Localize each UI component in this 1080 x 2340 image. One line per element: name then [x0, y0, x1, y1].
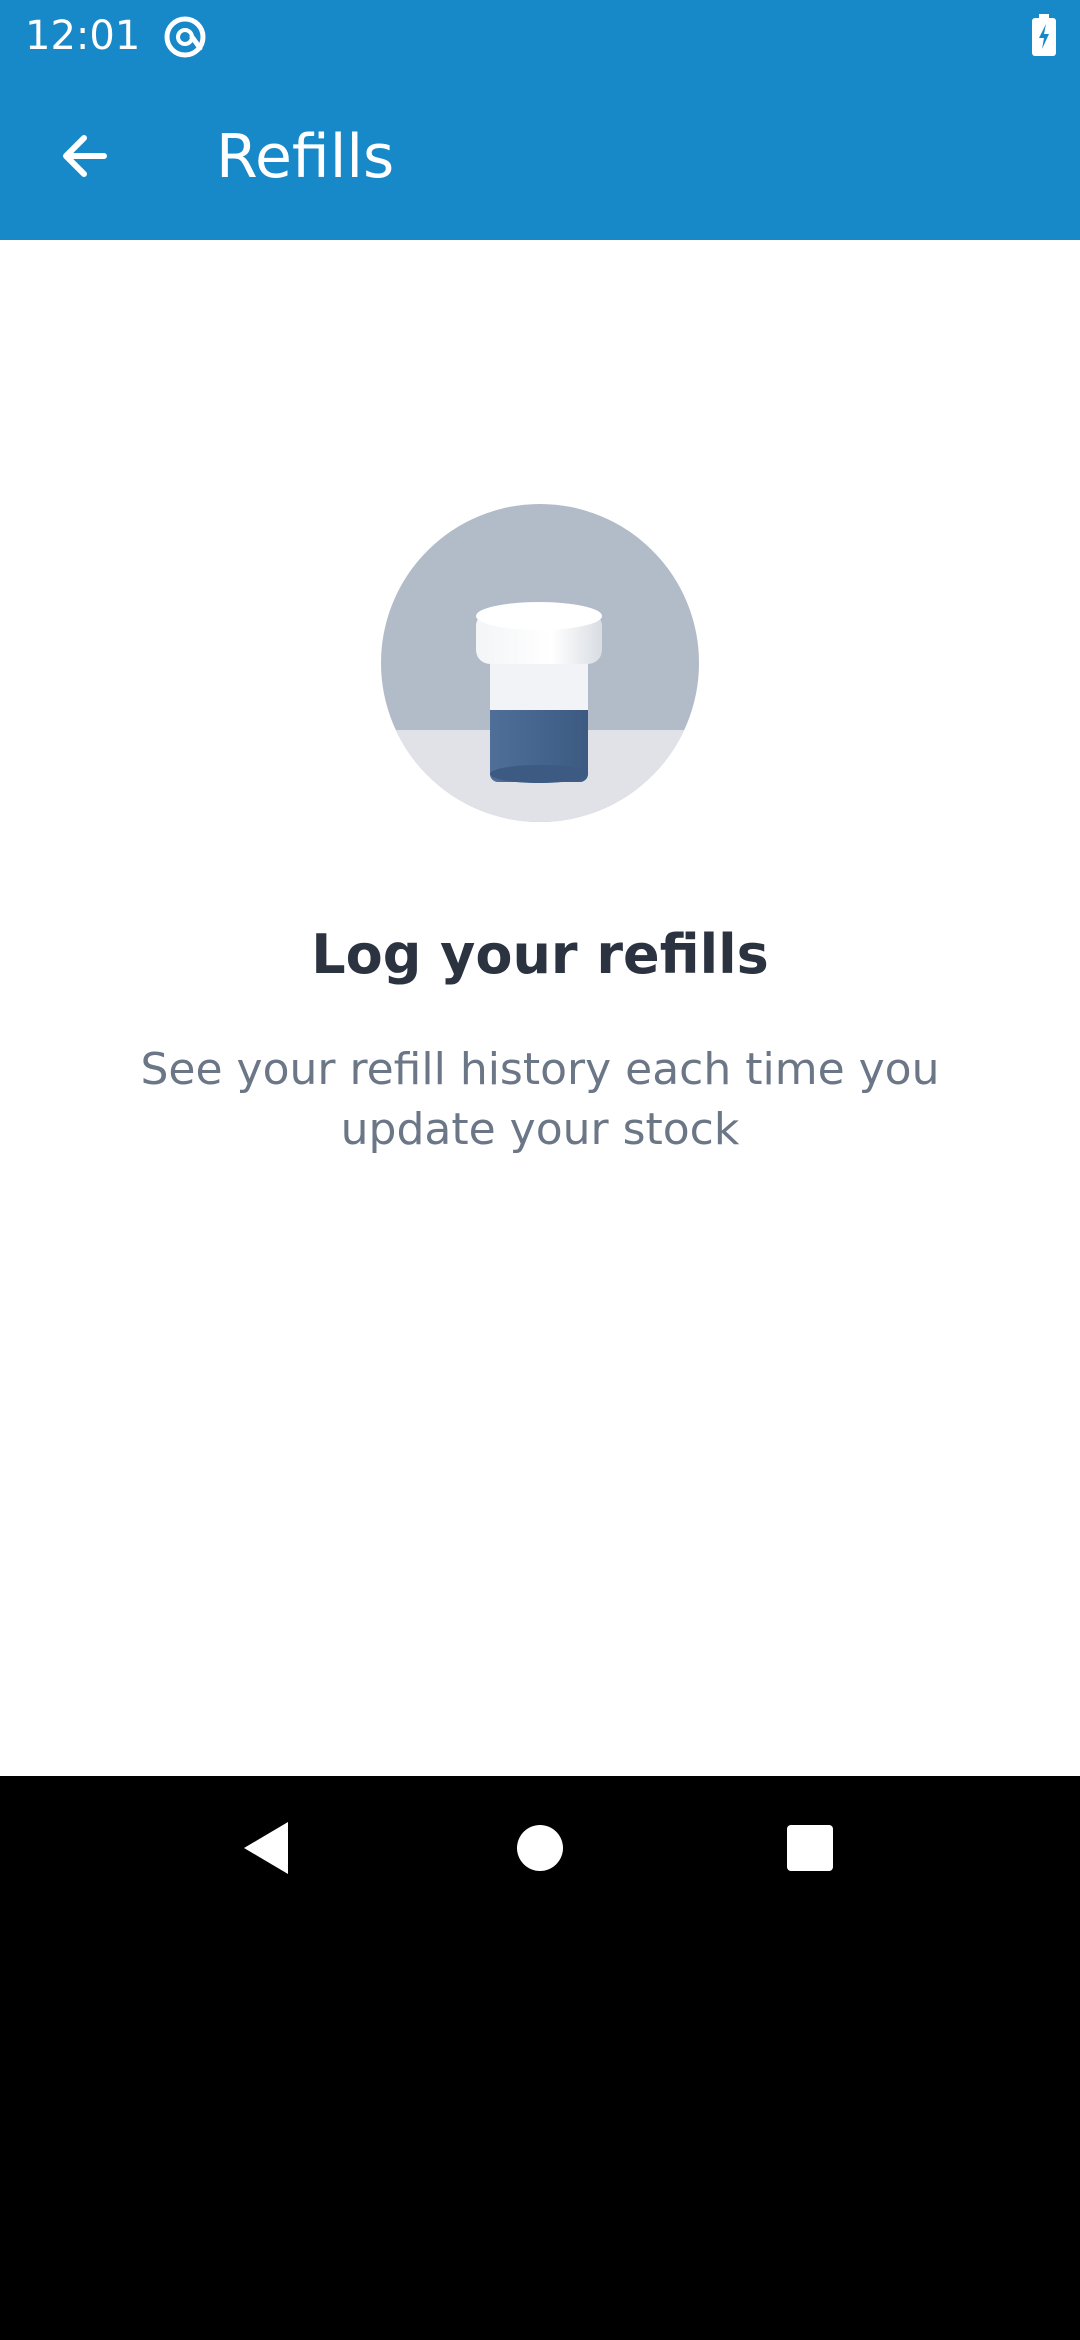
- nav-back-icon[interactable]: [232, 1812, 304, 1884]
- back-button[interactable]: [40, 112, 128, 200]
- empty-state: Log your refills See your refill history…: [0, 240, 1080, 1776]
- status-bar: 12:01: [0, 0, 1080, 72]
- arrow-back-icon: [63, 135, 107, 177]
- page-title: Refills: [216, 122, 395, 192]
- nav-home-icon[interactable]: [504, 1812, 576, 1884]
- pill-bottle-icon: [381, 504, 699, 822]
- system-nav-bar: [0, 1776, 1080, 1920]
- battery-charging-icon: [1032, 14, 1056, 56]
- empty-state-title: Log your refills: [311, 923, 769, 986]
- nav-recents-icon[interactable]: [774, 1812, 846, 1884]
- empty-state-subtitle: See your refill history each time you up…: [140, 1044, 940, 1155]
- app-bar: Refills: [0, 72, 1080, 240]
- at-sign-icon: [164, 16, 206, 58]
- status-time: 12:01: [25, 13, 141, 59]
